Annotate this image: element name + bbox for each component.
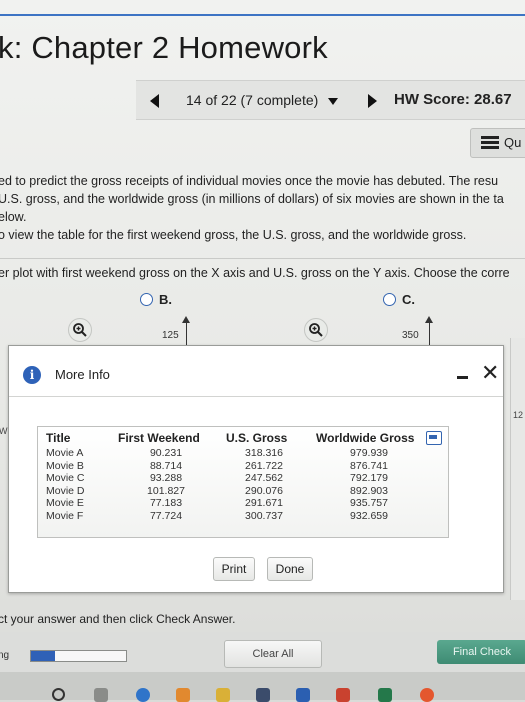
dock-app-icon[interactable] [52, 688, 65, 701]
table-cell: 261.722 [245, 459, 283, 472]
b-y-tick-label: 125 [162, 330, 179, 341]
question-menu-button[interactable]: Qu [470, 128, 525, 158]
option-b-radio[interactable]: B. [140, 292, 172, 307]
table-cell: 101.827 [147, 484, 185, 497]
dropdown-arrow-icon [328, 97, 339, 105]
next-question-icon[interactable] [368, 94, 377, 108]
question-text-line-3: elow. [0, 210, 27, 224]
background-scroll-strip [510, 338, 525, 600]
movie-data-table: Title Movie A Movie B Movie C Movie D Mo… [37, 426, 449, 538]
table-cell: Movie C [46, 472, 85, 484]
table-cell: 291.671 [245, 497, 283, 509]
option-c-radio[interactable]: C. [383, 292, 415, 307]
question-text-line-2: U.S. gross, and the worldwide gross (in … [0, 192, 504, 206]
c-y-tick-label: 350 [402, 330, 419, 341]
divider [0, 258, 525, 259]
table-cell: 876.741 [350, 459, 388, 472]
question-progress-dropdown[interactable]: 14 of 22 (7 complete) [186, 92, 339, 108]
list-icon [481, 136, 499, 150]
zoom-c-icon[interactable] [304, 318, 328, 342]
worldwide-gross-column: Worldwide Gross 979.939 876.741 792.179 … [316, 431, 422, 522]
question-navigation-bar: 14 of 22 (7 complete) HW Score: 28.67 [136, 80, 525, 120]
dialog-title: More Info [55, 367, 110, 382]
table-header: Title [46, 431, 71, 445]
table-cell: Movie A [46, 447, 84, 459]
table-cell: 932.659 [350, 509, 388, 522]
table-cell: Movie F [46, 509, 84, 522]
previous-question-icon[interactable] [150, 94, 159, 108]
question-progress-label: 14 of 22 (7 complete) [186, 92, 319, 108]
table-cell: 77.183 [149, 497, 183, 509]
table-cell: 318.316 [245, 447, 283, 459]
progress-label: ng [0, 650, 10, 661]
clear-all-button[interactable]: Clear All [224, 640, 322, 668]
radio-icon [383, 293, 396, 306]
title-column: Title Movie A Movie B Movie C Movie D Mo… [46, 431, 85, 522]
dialog-header: i More Info ✕ [9, 346, 503, 397]
more-info-dialog: i More Info ✕ Title Movie A Movie B Movi… [8, 345, 504, 593]
close-icon[interactable]: ✕ [481, 362, 499, 384]
option-c-label: C. [402, 292, 415, 307]
table-header: Worldwide Gross [316, 431, 415, 445]
table-cell: 300.737 [245, 509, 283, 522]
hw-score: HW Score: 28.67 [394, 91, 512, 108]
first-weekend-column: First Weekend 90.231 88.714 93.288 101.8… [118, 431, 214, 522]
instruction-text: ct your answer and then click Check Answ… [0, 612, 236, 626]
table-cell: 792.179 [350, 472, 388, 484]
question-text-line-4: o view the table for the first weekend g… [0, 228, 467, 242]
table-cell: 93.288 [149, 472, 183, 484]
table-header: U.S. Gross [226, 431, 288, 445]
page-title: k: Chapter 2 Homework [0, 30, 328, 65]
print-button[interactable]: Print [213, 557, 255, 581]
info-icon: i [23, 366, 41, 384]
copy-to-clipboard-icon[interactable] [426, 431, 442, 445]
final-check-button[interactable]: Final Check [437, 640, 525, 664]
table-header: First Weekend [118, 431, 200, 445]
question-text-line-1: ed to predict the gross receipts of indi… [0, 174, 499, 188]
top-accent-line [0, 14, 525, 16]
table-cell: 892.903 [350, 484, 388, 497]
table-cell: 88.714 [149, 459, 183, 472]
c-y-axis [429, 322, 430, 346]
b-y-axis [186, 322, 187, 346]
table-cell: 247.562 [245, 472, 283, 484]
table-cell: 77.724 [149, 509, 183, 522]
zoom-b-icon[interactable] [68, 318, 92, 342]
progress-bar [30, 650, 127, 662]
table-cell: Movie B [46, 459, 84, 472]
progress-bar-fill [31, 651, 55, 661]
option-b-label: B. [159, 292, 172, 307]
table-cell: 979.939 [350, 447, 388, 459]
question-text-line-5: er plot with first weekend gross on the … [0, 266, 510, 280]
minimize-icon[interactable] [457, 376, 468, 379]
question-menu-label: Qu [504, 135, 522, 150]
us-gross-column: U.S. Gross 318.316 261.722 247.562 290.0… [226, 431, 302, 522]
table-cell: 290.076 [245, 484, 283, 497]
radio-icon [140, 293, 153, 306]
background-label-left: W [0, 426, 8, 436]
table-cell: Movie D [46, 484, 85, 497]
table-cell: 90.231 [149, 447, 183, 459]
background-label-right: 12 [513, 410, 524, 420]
done-button[interactable]: Done [267, 557, 313, 581]
table-cell: Movie E [46, 497, 84, 509]
table-cell: 935.757 [350, 497, 388, 509]
